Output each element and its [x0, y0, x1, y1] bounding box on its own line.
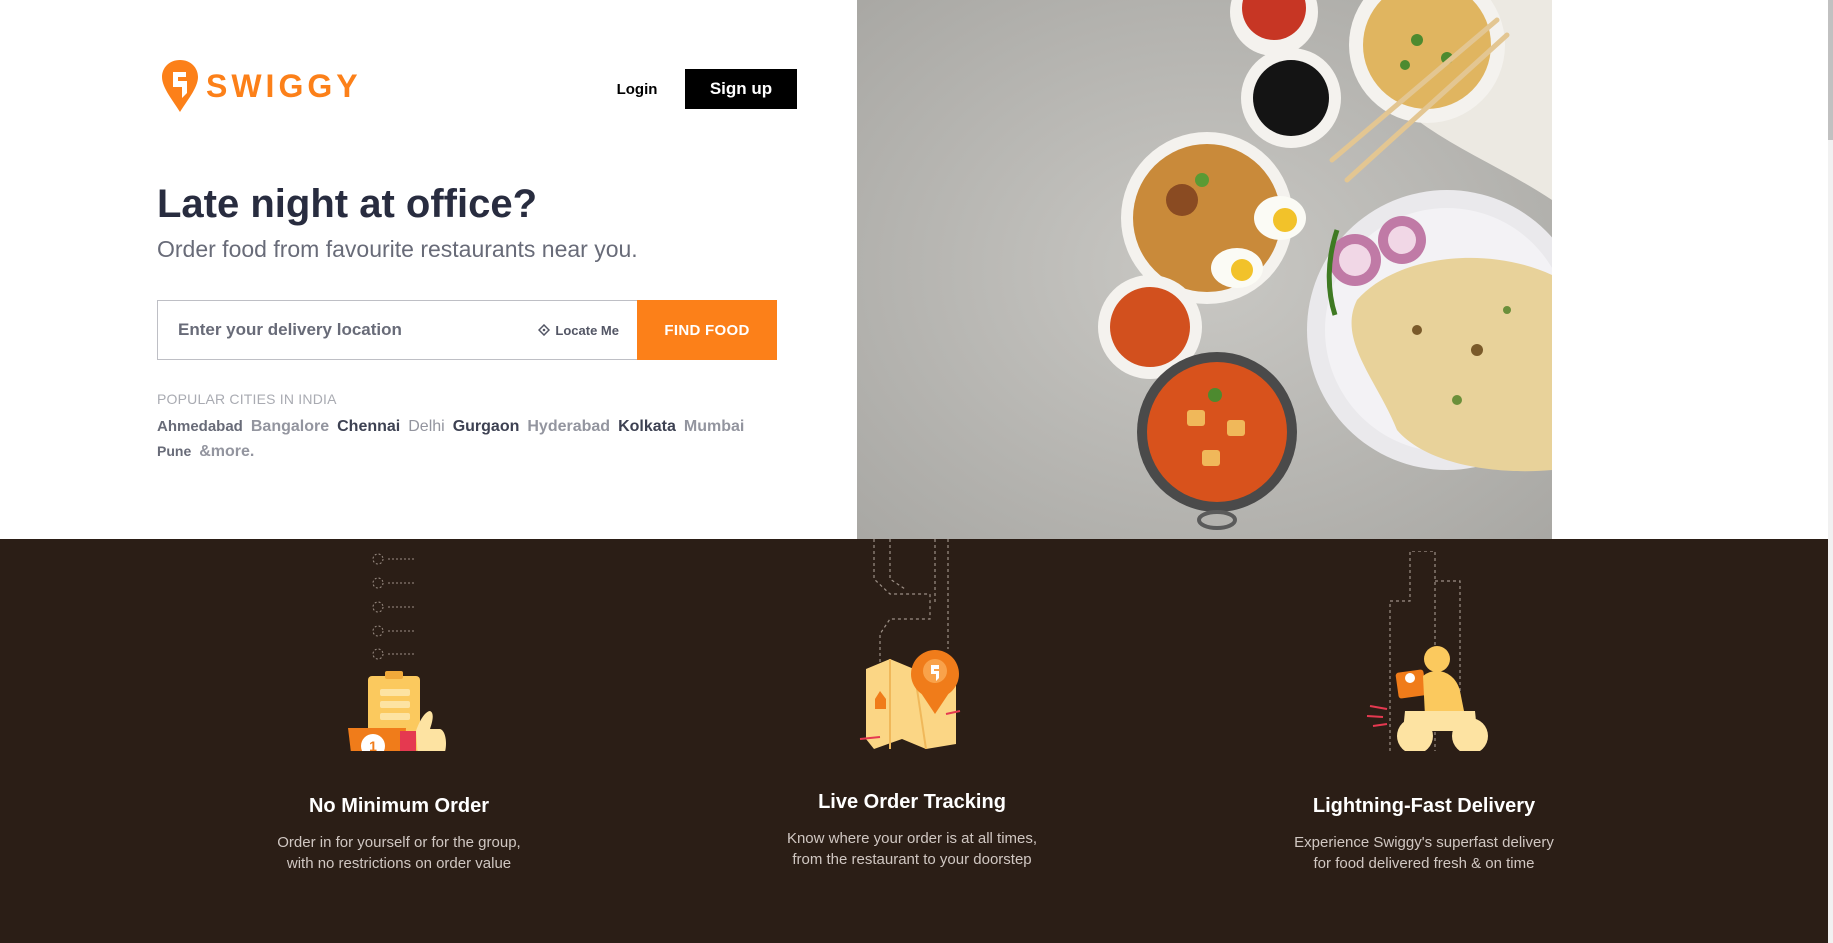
crosshair-icon — [538, 324, 551, 336]
city-link-chennai[interactable]: Chennai — [337, 416, 400, 438]
popular-cities-title: POPULAR CITIES IN INDIA — [157, 391, 337, 407]
svg-text:1: 1 — [369, 738, 377, 751]
location-input[interactable] — [178, 320, 539, 340]
city-link-hyderabad[interactable]: Hyderabad — [527, 416, 610, 438]
feature-description: Experience Swiggy's superfast delivery f… — [1294, 834, 1554, 872]
feature-no-minimum-order: No Minimum Order Order in for yourself o… — [189, 795, 609, 874]
locate-me-button[interactable]: Locate Me — [538, 323, 619, 338]
swiggy-logo-icon — [162, 60, 198, 112]
feature-description: Order in for yourself or for the group, … — [277, 834, 521, 872]
find-food-button[interactable]: FIND FOOD — [637, 300, 777, 360]
city-link-pune[interactable]: Pune — [157, 440, 191, 462]
features-section: 1 No Minimum Order Order in for yourself… — [0, 539, 1828, 943]
feature-title: Lightning-Fast Delivery — [1312, 795, 1536, 817]
feature-title: Live Order Tracking — [818, 791, 1006, 813]
signup-button[interactable]: Sign up — [685, 69, 797, 109]
city-link-more[interactable]: &more. — [199, 441, 254, 463]
hero-food-image — [857, 0, 1552, 539]
feature-description: Know where your order is at all times, f… — [786, 830, 1038, 868]
city-link-delhi[interactable]: Delhi — [408, 416, 444, 438]
food-platter-illustration — [857, 0, 1552, 539]
scrollbar-thumb[interactable] — [1828, 0, 1833, 140]
page-scrollbar[interactable] — [1828, 0, 1833, 943]
brand-name: SWIGGY — [206, 67, 362, 104]
locate-me-label: Locate Me — [555, 322, 619, 338]
city-link-ahmedabad[interactable]: Ahmedabad — [157, 416, 243, 438]
hero-headline: Late night at office? — [157, 182, 537, 226]
city-link-bangalore[interactable]: Bangalore — [251, 416, 329, 438]
delivery-scooter-icon — [1366, 551, 1488, 751]
popular-cities-list: Ahmedabad Bangalore Chennai Delhi Gurgao… — [157, 416, 757, 463]
feature-lightning-fast-delivery: Lightning-Fast Delivery Experience Swigg… — [1214, 795, 1634, 874]
city-link-mumbai[interactable]: Mumbai — [684, 416, 744, 438]
swiggy-logo[interactable]: SWIGGY — [160, 58, 362, 114]
location-search-box: Locate Me — [157, 300, 637, 360]
city-link-kolkata[interactable]: Kolkata — [618, 416, 676, 438]
location-search: Locate Me FIND FOOD — [157, 300, 777, 360]
clipboard-thumbs-up-icon: 1 — [348, 553, 446, 751]
map-pin-icon — [859, 539, 961, 749]
hero-subheadline: Order food from favourite restaurants ne… — [157, 236, 638, 262]
feature-live-order-tracking: Live Order Tracking Know where your orde… — [702, 791, 1122, 870]
header-section: SWIGGY Login Sign up Late night at offic… — [0, 0, 1828, 539]
login-button[interactable]: Login — [607, 69, 667, 109]
city-link-gurgaon[interactable]: Gurgaon — [453, 416, 520, 438]
feature-title: No Minimum Order — [308, 795, 489, 817]
